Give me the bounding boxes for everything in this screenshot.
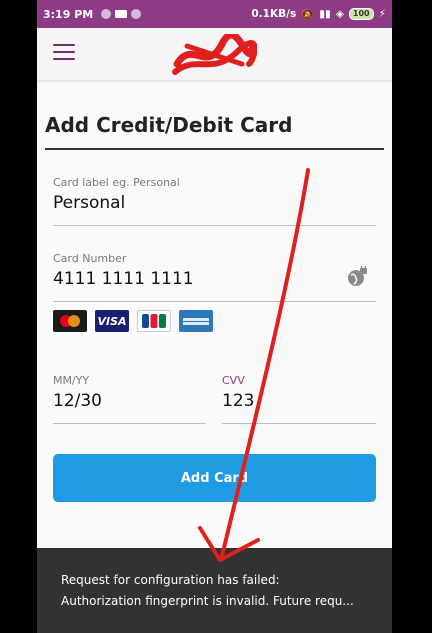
notification-dot-icon — [101, 9, 112, 19]
card-number-label: Card Number — [53, 252, 127, 265]
snackbar-line-1: Request for configuration has failed: — [61, 573, 280, 587]
mastercard-icon — [53, 310, 87, 332]
card-number-value[interactable]: 4111 1111 1111 — [53, 269, 376, 289]
signal-icon: ▮▮ — [319, 8, 331, 20]
wifi-icon: ◈ — [335, 8, 344, 20]
field-underline — [53, 423, 206, 424]
expiry-field[interactable]: MM/YY 12/30 — [53, 374, 206, 424]
page-title: Add Credit/Debit Card — [45, 113, 293, 137]
cvv-value[interactable]: 123 — [222, 391, 376, 411]
notification-dot-icon — [131, 9, 142, 19]
field-underline — [222, 423, 376, 424]
card-label-field[interactable]: Card label eg. Personal Personal — [53, 176, 376, 226]
network-speed: 0.1KB/s — [251, 8, 297, 20]
visa-icon: VISA — [95, 310, 129, 332]
redacted-logo — [172, 34, 257, 75]
field-underline — [53, 301, 376, 302]
app-bar — [37, 28, 392, 81]
card-brand-logos: VISA — [53, 310, 213, 332]
cvv-field[interactable]: CVV 123 — [222, 374, 376, 424]
card-label-field-label: Card label eg. Personal — [53, 176, 180, 189]
camera-icon — [115, 10, 128, 18]
jcb-icon — [137, 310, 171, 332]
expiry-value[interactable]: 12/30 — [53, 391, 206, 411]
american-express-icon — [179, 310, 213, 332]
snackbar-line-2: Authorization fingerprint is invalid. Fu… — [61, 594, 354, 608]
status-time: 3:19 PM — [43, 7, 94, 21]
notification-icons — [101, 9, 142, 19]
battery-icon: 100 — [348, 8, 374, 20]
cvv-label: CVV — [222, 374, 245, 387]
add-card-button[interactable]: Add Card — [53, 454, 376, 502]
card-label-field-value[interactable]: Personal — [53, 193, 376, 213]
expiry-label: MM/YY — [53, 374, 90, 387]
field-underline — [53, 225, 376, 226]
mute-icon: 🔕 — [301, 8, 315, 21]
charging-icon: ⚡ — [378, 8, 386, 20]
error-snackbar: Request for configuration has failed: Au… — [37, 548, 392, 633]
hamburger-icon[interactable] — [53, 44, 75, 62]
status-right: 0.1KB/s 🔕 ▮▮ ◈ 100 ⚡ — [251, 8, 386, 21]
phone-screen: 3:19 PM 0.1KB/s 🔕 ▮▮ ◈ 100 ⚡ Add Credit/… — [37, 0, 392, 633]
card-number-field[interactable]: Card Number 4111 1111 1111 — [53, 252, 376, 302]
status-bar: 3:19 PM 0.1KB/s 🔕 ▮▮ ◈ 100 ⚡ — [37, 0, 392, 28]
secure-globe-icon — [348, 266, 367, 286]
title-divider — [45, 148, 384, 150]
